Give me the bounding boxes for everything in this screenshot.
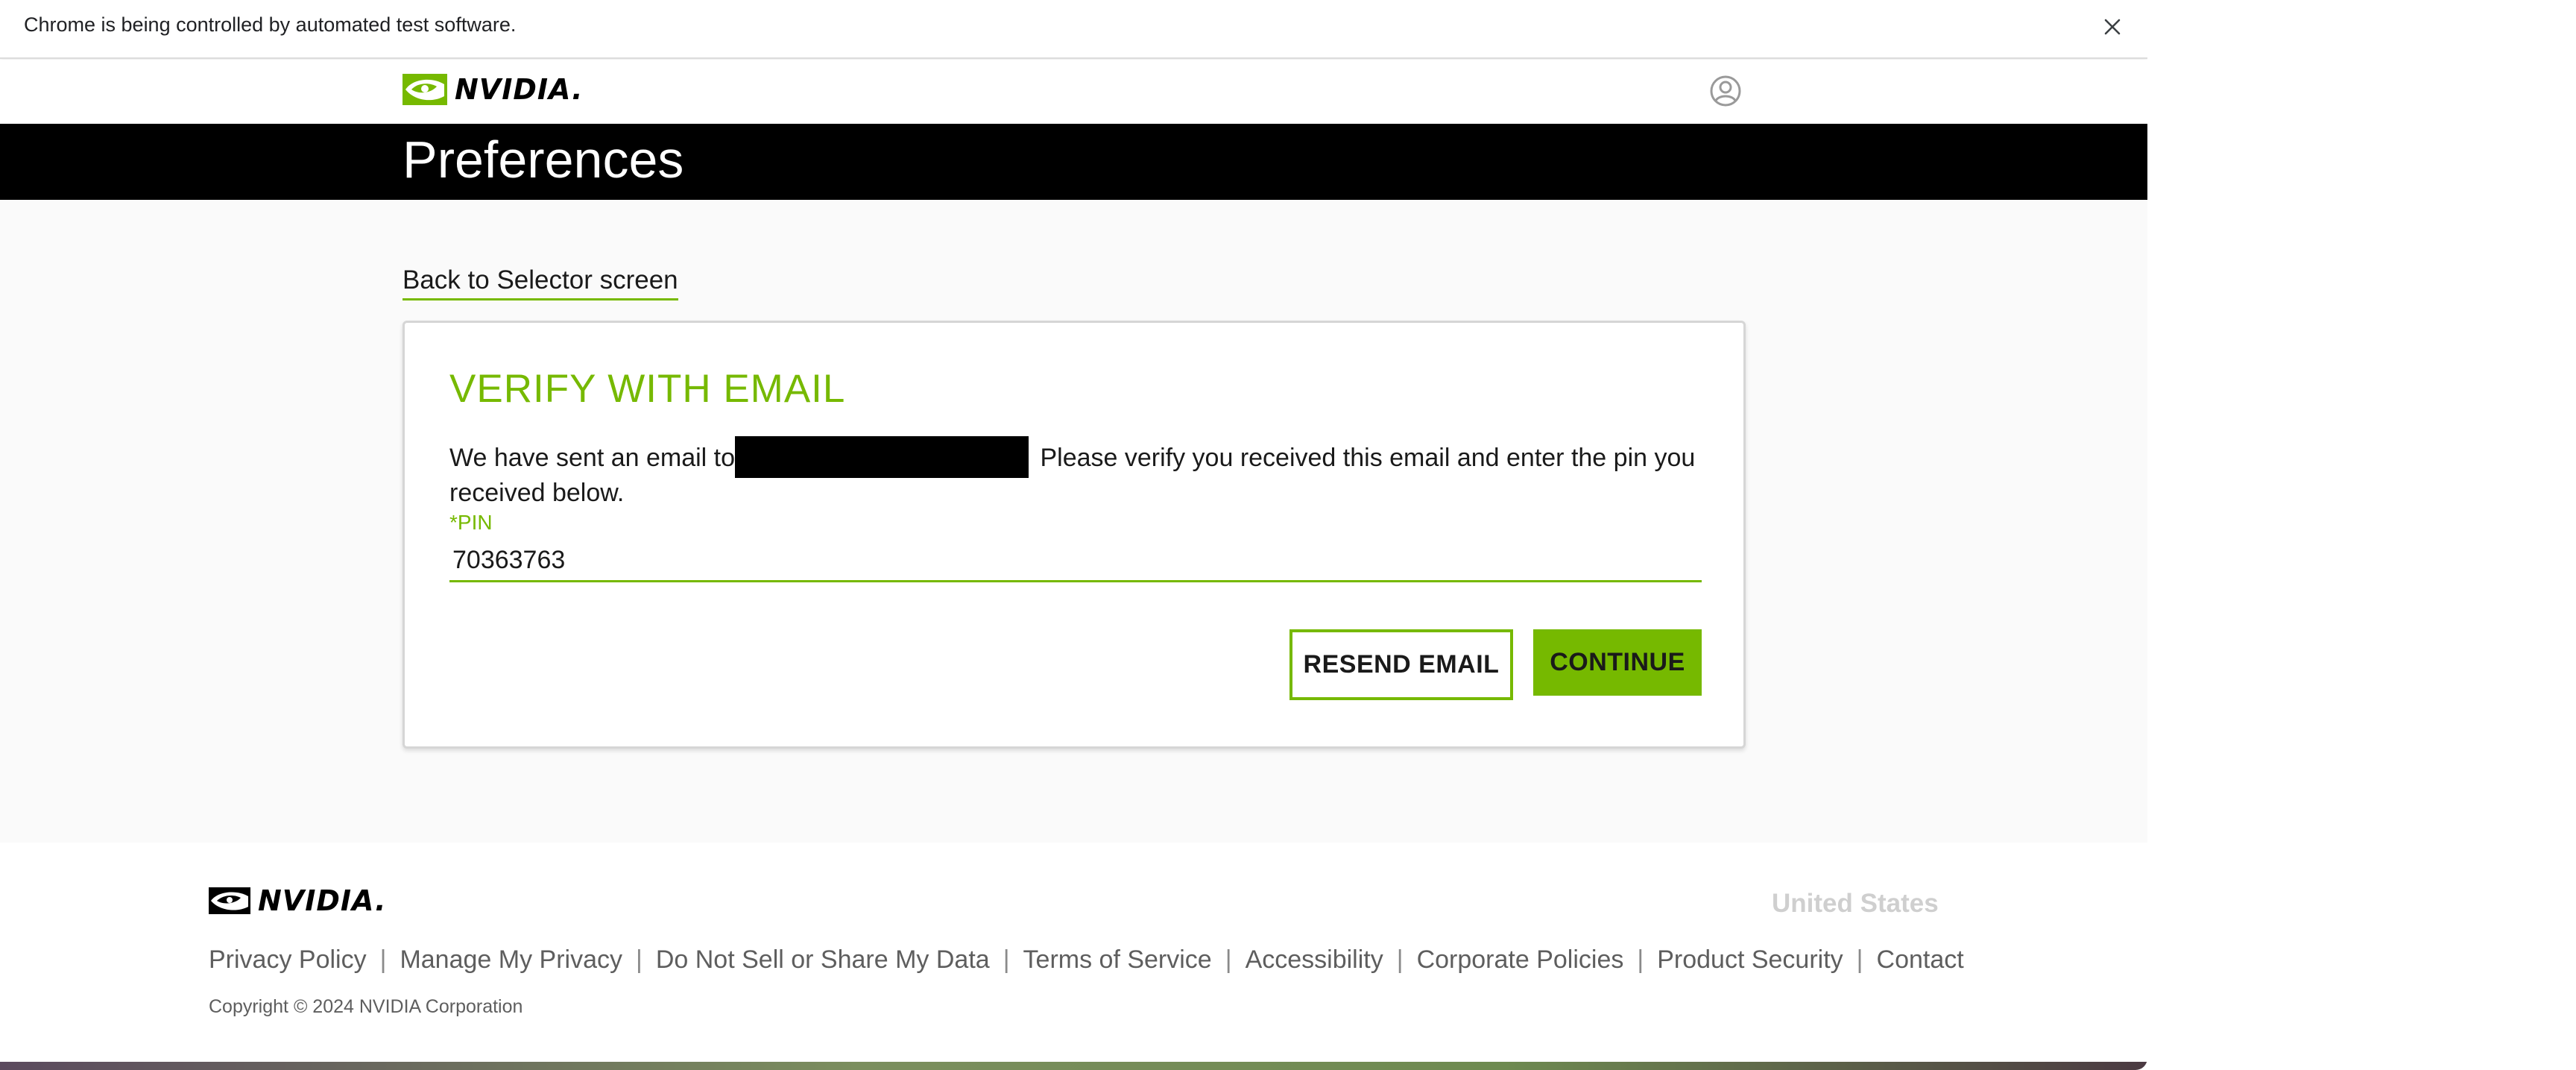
footer-nvidia-logo[interactable]: NVIDIA. [209, 884, 387, 917]
footer-link-terms[interactable]: Terms of Service [1023, 945, 1212, 975]
footer-link-manage-privacy[interactable]: Manage My Privacy [400, 945, 622, 975]
link-separator: | [1003, 945, 1010, 974]
footer: NVIDIA. United States Privacy Policy | M… [0, 843, 2147, 1070]
footer-link-privacy-policy[interactable]: Privacy Policy [209, 945, 367, 975]
footer-logo-wordmark: NVIDIA. [258, 884, 387, 917]
copyright: Copyright © 2024 NVIDIA Corporation [209, 996, 523, 1017]
link-separator: | [1637, 945, 1644, 974]
link-separator: | [1856, 945, 1863, 974]
top-navigation: NVIDIA. [0, 60, 2147, 124]
pin-label: *PIN [449, 511, 493, 534]
automation-infobar: Chrome is being controlled by automated … [0, 0, 2147, 59]
back-to-selector-link[interactable]: Back to Selector screen [402, 265, 678, 300]
verify-email-card: VERIFY WITH EMAIL We have sent an email … [402, 321, 1746, 749]
desc-before: We have sent an email to [449, 444, 736, 472]
nvidia-logo[interactable]: NVIDIA. [402, 73, 584, 106]
footer-link-accessibility[interactable]: Accessibility [1246, 945, 1383, 975]
redacted-email [735, 436, 1029, 478]
card-title: VERIFY WITH EMAIL [449, 367, 846, 411]
region-selector[interactable]: United States [1772, 889, 1939, 919]
nvidia-eye-icon [402, 74, 447, 105]
footer-link-contact[interactable]: Contact [1877, 945, 1964, 975]
continue-button[interactable]: CONTINUE [1533, 629, 1702, 696]
footer-link-product-security[interactable]: Product Security [1657, 945, 1843, 975]
page-title: Preferences [402, 130, 684, 189]
nvidia-eye-icon [209, 887, 250, 914]
desktop-background-strip [0, 1062, 2147, 1070]
infobar-message: Chrome is being controlled by automated … [24, 13, 517, 36]
main-content: Back to Selector screen VERIFY WITH EMAI… [0, 200, 2147, 843]
browser-viewport: Chrome is being controlled by automated … [0, 0, 2147, 1070]
page-header: Preferences [0, 124, 2147, 200]
user-circle-icon[interactable] [1709, 75, 1742, 107]
verify-description: We have sent an email to Please verify y… [449, 436, 1709, 508]
footer-links: Privacy Policy | Manage My Privacy | Do … [209, 945, 1964, 975]
resend-email-button[interactable]: RESEND EMAIL [1289, 629, 1513, 700]
footer-link-do-not-sell[interactable]: Do Not Sell or Share My Data [656, 945, 990, 975]
link-separator: | [1225, 945, 1232, 974]
pin-input[interactable] [449, 541, 1702, 582]
link-separator: | [379, 945, 387, 974]
link-separator: | [636, 945, 643, 974]
footer-link-corporate-policies[interactable]: Corporate Policies [1417, 945, 1624, 975]
close-icon[interactable] [2097, 12, 2127, 42]
logo-wordmark: NVIDIA. [455, 73, 584, 106]
link-separator: | [1396, 945, 1404, 974]
